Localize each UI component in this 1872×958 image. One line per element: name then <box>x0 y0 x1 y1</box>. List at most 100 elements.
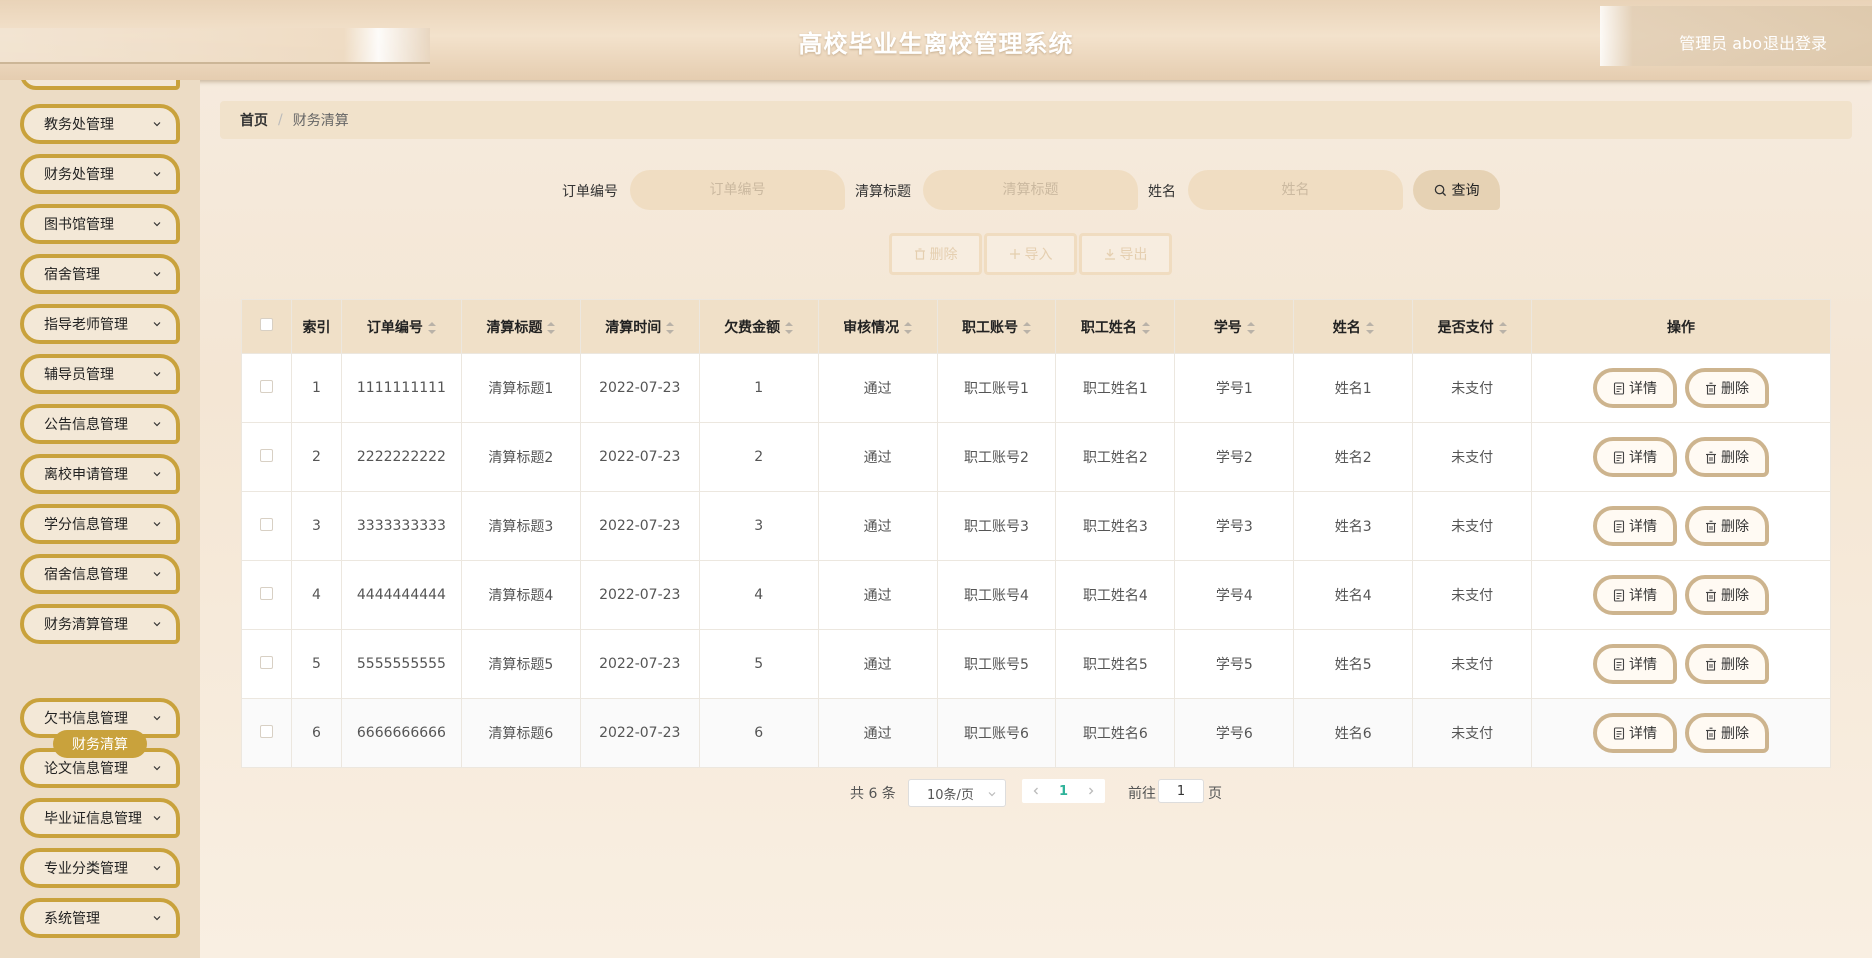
query-button[interactable]: 查询 <box>1413 170 1500 210</box>
batch-delete-button[interactable]: 删除 <box>889 233 982 275</box>
import-label: 导入 <box>1024 247 1053 263</box>
delete-button[interactable]: 删除 <box>1685 506 1770 546</box>
name-input[interactable] <box>1188 170 1403 210</box>
cell-settlement-title: 清算标题3 <box>460 491 581 561</box>
delete-button[interactable]: 删除 <box>1685 644 1770 684</box>
detail-button[interactable]: 详情 <box>1593 368 1678 408</box>
plus-icon <box>1009 249 1020 259</box>
sidebar-item-8[interactable]: 学分信息管理 <box>20 504 180 544</box>
sort-icon[interactable] <box>1246 321 1255 334</box>
chevron-right-icon[interactable] <box>1086 786 1096 796</box>
sort-icon[interactable] <box>904 321 913 334</box>
delete-button[interactable]: 删除 <box>1685 713 1770 753</box>
cell-student-id: 学号5 <box>1174 629 1295 699</box>
detail-button[interactable]: 详情 <box>1593 575 1678 615</box>
detail-button[interactable]: 详情 <box>1593 713 1678 753</box>
sort-icon[interactable] <box>1498 321 1507 334</box>
row-checkbox[interactable] <box>259 724 273 738</box>
sidebar-item-label: 离校申请管理 <box>44 467 128 483</box>
table-header-row: 索引 订单编号 清算标题 清算时间 欠费金额 审核情况 职工账号 职工姓名 学号… <box>241 299 1831 354</box>
sidebar-item-1[interactable]: 财务处管理 <box>20 154 180 194</box>
sidebar-item-0[interactable]: 教务处管理 <box>20 104 180 144</box>
sort-icon[interactable] <box>1023 321 1031 334</box>
chevron-down-icon <box>153 816 161 821</box>
sort-icon[interactable] <box>666 321 675 334</box>
header-arrears-amount[interactable]: 欠费金额 <box>698 299 819 354</box>
header-staff-account[interactable]: 职工账号 <box>936 299 1057 354</box>
sidebar-item-14[interactable]: 专业分类管理 <box>20 848 180 888</box>
settlement-title-input[interactable] <box>923 170 1138 210</box>
delete-button-label: 删除 <box>1721 381 1750 397</box>
row-checkbox[interactable] <box>259 586 273 600</box>
export-button[interactable]: 导出 <box>1079 233 1172 275</box>
pager-goto-input[interactable] <box>1158 779 1204 803</box>
sidebar-item-7[interactable]: 离校申请管理 <box>20 454 180 494</box>
header-student-id[interactable]: 学号 <box>1174 299 1295 354</box>
sidebar-item-label: 教务处管理 <box>44 117 114 133</box>
cell-order-number: 5555555555 <box>340 629 462 699</box>
pager-current-page[interactable]: 1 <box>1059 784 1068 799</box>
header-order-number[interactable]: 订单编号 <box>340 299 462 354</box>
cell-paid-status: 未支付 <box>1412 353 1533 423</box>
sidebar-item-label: 宿舍管理 <box>44 267 100 283</box>
header-name[interactable]: 姓名 <box>1293 299 1414 354</box>
header-settlement-time[interactable]: 清算时间 <box>579 299 700 354</box>
row-actions: 详情 删除 <box>1531 353 1831 423</box>
sidebar-item-4[interactable]: 指导老师管理 <box>20 304 180 344</box>
detail-button[interactable]: 详情 <box>1593 437 1678 477</box>
table-row: 6 6666666666 清算标题6 2022-07-23 6 通过 职工账号6 职工姓名6 学… <box>241 698 1831 768</box>
row-checkbox[interactable] <box>259 379 273 393</box>
delete-button[interactable]: 删除 <box>1685 437 1770 477</box>
header-staff-name[interactable]: 职工姓名 <box>1055 299 1176 354</box>
sidebar-item-label: 财务处管理 <box>44 167 114 183</box>
detail-button-label: 详情 <box>1629 726 1658 742</box>
sidebar-subitem-finance-settlement[interactable]: 财务清算 <box>53 730 147 758</box>
sidebar-item-5[interactable]: 辅导员管理 <box>20 354 180 394</box>
sort-icon[interactable] <box>1365 321 1374 334</box>
export-label: 导出 <box>1119 247 1148 263</box>
settlement-table: 索引 订单编号 清算标题 清算时间 欠费金额 审核情况 职工账号 职工姓名 学号… <box>241 299 1831 768</box>
sidebar-item-10[interactable]: 财务清算管理 <box>20 604 180 644</box>
header-paid-status[interactable]: 是否支付 <box>1412 299 1533 354</box>
sidebar-item-label: 图书馆管理 <box>44 217 114 233</box>
import-button[interactable]: 导入 <box>984 233 1077 275</box>
sidebar-item-15[interactable]: 系统管理 <box>20 898 180 938</box>
chevron-left-icon[interactable] <box>1031 786 1041 796</box>
chevron-down-icon <box>153 866 161 871</box>
header-review-status[interactable]: 审核情况 <box>817 299 938 354</box>
header-settlement-title[interactable]: 清算标题 <box>460 299 581 354</box>
logout-link[interactable]: 退出登录 <box>1763 30 1827 54</box>
header-index: 索引 <box>290 299 342 354</box>
detail-button[interactable]: 详情 <box>1593 644 1678 684</box>
cell-staff-name: 职工姓名3 <box>1055 491 1176 561</box>
delete-button[interactable]: 删除 <box>1685 575 1770 615</box>
sidebar-item-2[interactable]: 图书馆管理 <box>20 204 180 244</box>
delete-button[interactable]: 删除 <box>1685 368 1770 408</box>
cell-settlement-time: 2022-07-23 <box>579 353 700 423</box>
cell-index: 3 <box>290 491 342 561</box>
sidebar-item-label: 系统管理 <box>44 911 100 927</box>
sort-icon[interactable] <box>785 321 794 334</box>
document-icon <box>1613 588 1625 602</box>
cell-student-id: 学号6 <box>1174 698 1295 768</box>
select-all-checkbox[interactable] <box>259 318 273 331</box>
cell-settlement-title: 清算标题4 <box>460 560 581 630</box>
sidebar-item-6[interactable]: 公告信息管理 <box>20 404 180 444</box>
sidebar-item-9[interactable]: 宿舍信息管理 <box>20 554 180 594</box>
order-number-input[interactable] <box>630 170 845 210</box>
sidebar-item-13[interactable]: 毕业证信息管理 <box>20 798 180 838</box>
row-checkbox[interactable] <box>259 448 273 462</box>
page-size-select[interactable]: 10条/页 <box>908 779 1006 807</box>
cell-review-status: 通过 <box>817 629 938 699</box>
sort-icon[interactable] <box>1141 321 1150 334</box>
row-checkbox[interactable] <box>259 655 273 669</box>
row-checkbox[interactable] <box>259 517 273 531</box>
sidebar-item-3[interactable]: 宿舍管理 <box>20 254 180 294</box>
sidebar-item-partial[interactable] <box>20 80 180 90</box>
cell-paid-status: 未支付 <box>1412 560 1533 630</box>
sidebar-item-label: 欠书信息管理 <box>44 711 128 727</box>
sort-icon[interactable] <box>547 321 556 334</box>
detail-button[interactable]: 详情 <box>1593 506 1678 546</box>
sort-icon[interactable] <box>427 321 436 334</box>
breadcrumb-home[interactable]: 首页 <box>240 110 268 130</box>
